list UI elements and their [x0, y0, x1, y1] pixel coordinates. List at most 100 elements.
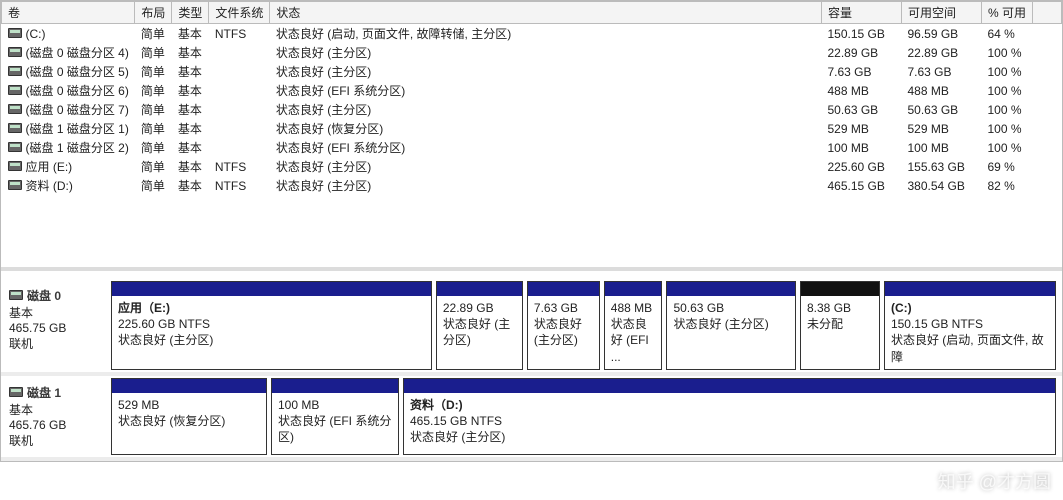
cell-fs	[209, 62, 270, 81]
disk-icon	[9, 387, 23, 397]
partition-title: (C:)	[891, 301, 912, 315]
partition-line3: 状态良好 (启动, 页面文件, 故障	[891, 333, 1044, 363]
table-row[interactable]: (磁盘 1 磁盘分区 2)简单基本状态良好 (EFI 系统分区)100 MB10…	[2, 138, 1062, 157]
disk-icon	[8, 28, 22, 38]
partition-body: 应用（E:)225.60 GB NTFS状态良好 (主分区)	[112, 296, 431, 369]
partition[interactable]: 8.38 GB未分配	[800, 281, 880, 370]
col-free[interactable]: 可用空间	[901, 2, 981, 24]
cell-volume: (C:)	[2, 24, 135, 44]
partition-line2: 465.15 GB NTFS	[410, 414, 502, 428]
partition[interactable]: 22.89 GB 状态良好 (主分区)	[436, 281, 523, 370]
cell-layout: 简单	[135, 176, 172, 195]
partition-bar	[528, 282, 599, 296]
table-row[interactable]: (磁盘 0 磁盘分区 7)简单基本状态良好 (主分区)50.63 GB50.63…	[2, 100, 1062, 119]
cell-volume: (磁盘 0 磁盘分区 7)	[2, 100, 135, 119]
cell-pct: 64 %	[981, 24, 1032, 44]
partition-bar	[605, 282, 662, 296]
partition-line2: 529 MB	[118, 398, 159, 412]
volume-name: 资料 (D:)	[26, 179, 73, 193]
partition-line2: 8.38 GB	[807, 301, 851, 315]
disk-parts: 529 MB状态良好 (恢复分区)100 MB状态良好 (EFI 系统分区)资料…	[111, 378, 1062, 455]
partition-line3: 状态良好 (主分区)	[673, 317, 768, 331]
cell-volume: 应用 (E:)	[2, 157, 135, 176]
partition[interactable]: (C:)150.15 GB NTFS状态良好 (启动, 页面文件, 故障	[884, 281, 1056, 370]
col-layout[interactable]: 布局	[135, 2, 172, 24]
col-status[interactable]: 状态	[270, 2, 822, 24]
partition-line2: 22.89 GB	[443, 301, 494, 315]
table-header-row[interactable]: 卷 布局 类型 文件系统 状态 容量 可用空间 % 可用	[2, 2, 1062, 24]
disk-parts: 应用（E:)225.60 GB NTFS状态良好 (主分区) 22.89 GB 状态…	[111, 281, 1062, 370]
cell-pct: 100 %	[981, 138, 1032, 157]
cell-fs: NTFS	[209, 24, 270, 44]
volume-table[interactable]: 卷 布局 类型 文件系统 状态 容量 可用空间 % 可用 (C:)简单基本NTF…	[1, 1, 1062, 195]
partition[interactable]: 100 MB状态良好 (EFI 系统分区)	[271, 378, 399, 455]
cell-type: 基本	[172, 81, 209, 100]
partition[interactable]: 应用（E:)225.60 GB NTFS状态良好 (主分区)	[111, 281, 432, 370]
partition-bar	[404, 379, 1055, 393]
disk-title: 磁盘 0	[27, 289, 61, 303]
cell-free: 529 MB	[901, 119, 981, 138]
partition-line2: 50.63 GB	[673, 301, 724, 315]
cell-status: 状态良好 (EFI 系统分区)	[270, 81, 822, 100]
cell-fs: NTFS	[209, 176, 270, 195]
cell-free: 22.89 GB	[901, 43, 981, 62]
partition[interactable]: 488 MB状态良好 (EFI ...	[604, 281, 663, 370]
cell-status: 状态良好 (恢复分区)	[270, 119, 822, 138]
volume-name: (磁盘 0 磁盘分区 4)	[26, 46, 129, 60]
cell-pct: 82 %	[981, 176, 1032, 195]
table-row[interactable]: (磁盘 0 磁盘分区 4)简单基本状态良好 (主分区)22.89 GB22.89…	[2, 43, 1062, 62]
partition-body: 22.89 GB 状态良好 (主分区)	[437, 296, 522, 369]
cell-capacity: 50.63 GB	[821, 100, 901, 119]
cell-pct: 100 %	[981, 43, 1032, 62]
partition-body: (C:)150.15 GB NTFS状态良好 (启动, 页面文件, 故障	[885, 296, 1055, 369]
cell-free: 488 MB	[901, 81, 981, 100]
cell-free: 50.63 GB	[901, 100, 981, 119]
cell-status: 状态良好 (主分区)	[270, 176, 822, 195]
disk-icon	[8, 47, 22, 57]
partition-bar	[112, 379, 266, 393]
table-row[interactable]: (C:)简单基本NTFS状态良好 (启动, 页面文件, 故障转储, 主分区)15…	[2, 24, 1062, 44]
partition[interactable]: 529 MB状态良好 (恢复分区)	[111, 378, 267, 455]
disk-title: 磁盘 1	[27, 386, 61, 400]
partition[interactable]: 7.63 GB状态良好 (主分区)	[527, 281, 600, 370]
cell-pct: 100 %	[981, 100, 1032, 119]
disk-row[interactable]: 磁盘 1基本465.76 GB联机529 MB状态良好 (恢复分区)100 MB…	[1, 376, 1062, 461]
cell-pct: 100 %	[981, 81, 1032, 100]
partition-body: 488 MB状态良好 (EFI ...	[605, 296, 662, 369]
partition-line3: 状态良好 (主分区)	[534, 317, 582, 347]
disk-icon	[9, 290, 23, 300]
col-fs[interactable]: 文件系统	[209, 2, 270, 24]
cell-status: 状态良好 (启动, 页面文件, 故障转储, 主分区)	[270, 24, 822, 44]
cell-free: 96.59 GB	[901, 24, 981, 44]
partition-line3: 状态良好 (主分区)	[443, 317, 510, 347]
table-row[interactable]: 资料 (D:)简单基本NTFS状态良好 (主分区)465.15 GB380.54…	[2, 176, 1062, 195]
volume-name: 应用 (E:)	[26, 160, 73, 174]
partition[interactable]: 50.63 GB 状态良好 (主分区)	[666, 281, 796, 370]
disk-state: 联机	[9, 335, 103, 352]
table-row[interactable]: (磁盘 0 磁盘分区 5)简单基本状态良好 (主分区)7.63 GB7.63 G…	[2, 62, 1062, 81]
partition[interactable]: 资料（D:)465.15 GB NTFS状态良好 (主分区)	[403, 378, 1056, 455]
cell-volume: (磁盘 0 磁盘分区 6)	[2, 81, 135, 100]
col-volume[interactable]: 卷	[2, 2, 135, 24]
volume-name: (磁盘 0 磁盘分区 7)	[26, 103, 129, 117]
cell-volume: (磁盘 1 磁盘分区 1)	[2, 119, 135, 138]
cell-type: 基本	[172, 100, 209, 119]
cell-free: 100 MB	[901, 138, 981, 157]
col-pctfree[interactable]: % 可用	[981, 2, 1032, 24]
cell-layout: 简单	[135, 62, 172, 81]
partition-body: 8.38 GB未分配	[801, 296, 879, 369]
cell-capacity: 488 MB	[821, 81, 901, 100]
cell-layout: 简单	[135, 43, 172, 62]
disk-row[interactable]: 磁盘 0基本465.75 GB联机应用（E:)225.60 GB NTFS状态良…	[1, 279, 1062, 376]
col-capacity[interactable]: 容量	[821, 2, 901, 24]
col-type[interactable]: 类型	[172, 2, 209, 24]
table-row[interactable]: (磁盘 1 磁盘分区 1)简单基本状态良好 (恢复分区)529 MB529 MB…	[2, 119, 1062, 138]
cell-volume: (磁盘 1 磁盘分区 2)	[2, 138, 135, 157]
table-row[interactable]: 应用 (E:)简单基本NTFS状态良好 (主分区)225.60 GB155.63…	[2, 157, 1062, 176]
volume-name: (磁盘 1 磁盘分区 2)	[26, 141, 129, 155]
partition-line3: 状态良好 (EFI ...	[611, 317, 649, 363]
table-row[interactable]: (磁盘 0 磁盘分区 6)简单基本状态良好 (EFI 系统分区)488 MB48…	[2, 81, 1062, 100]
cell-free: 380.54 GB	[901, 176, 981, 195]
cell-layout: 简单	[135, 24, 172, 44]
cell-type: 基本	[172, 119, 209, 138]
